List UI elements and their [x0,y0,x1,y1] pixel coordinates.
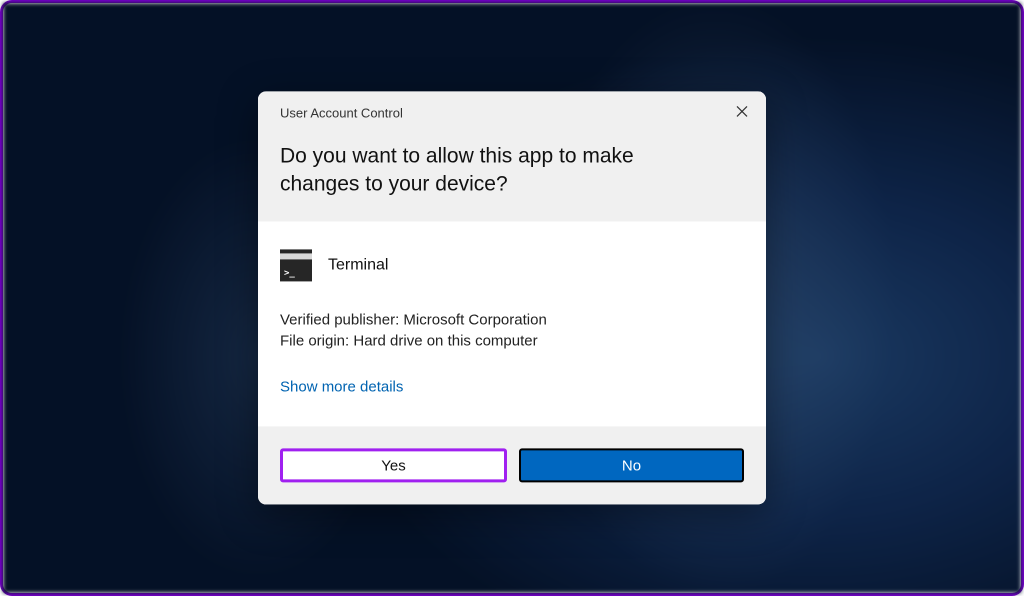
app-info-row: >_ Terminal [280,249,744,281]
dialog-title: User Account Control [280,105,744,120]
yes-button[interactable]: Yes [280,449,507,483]
close-button[interactable] [732,101,752,121]
dialog-question: Do you want to allow this app to make ch… [280,142,744,199]
show-more-details-link[interactable]: Show more details [280,379,403,396]
no-button[interactable]: No [519,449,744,483]
terminal-icon: >_ [280,249,312,281]
dialog-footer: Yes No [258,427,766,505]
close-icon [736,105,748,117]
dialog-body: >_ Terminal Verified publisher: Microsof… [258,221,766,427]
dialog-header: User Account Control Do you want to allo… [258,91,766,221]
publisher-info: Verified publisher: Microsoft Corporatio… [280,309,744,353]
verified-publisher: Verified publisher: Microsoft Corporatio… [280,309,744,331]
file-origin: File origin: Hard drive on this computer [280,331,744,353]
app-name: Terminal [328,256,388,274]
uac-dialog: User Account Control Do you want to allo… [258,91,766,504]
